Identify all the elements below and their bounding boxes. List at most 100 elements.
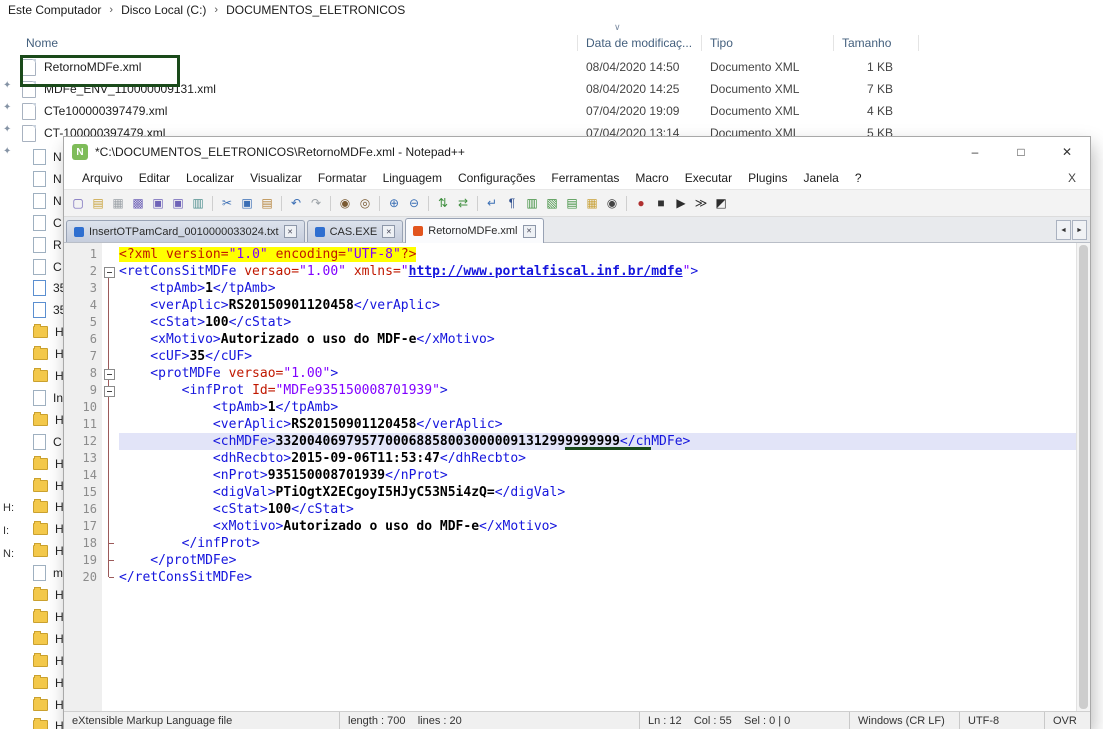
menu-item[interactable]: Macro [627, 171, 676, 185]
show-all-characters-icon[interactable]: ¶ [503, 194, 521, 212]
zoom-in-icon[interactable]: ⊕ [385, 194, 403, 212]
menu-item[interactable]: Configurações [450, 171, 543, 185]
file-list-item-partial[interactable]: H [33, 630, 64, 648]
record-macro-icon[interactable]: ● [632, 194, 650, 212]
file-list-item-partial[interactable]: H [33, 411, 64, 429]
sync-vertical-scroll-icon[interactable]: ⇅ [434, 194, 452, 212]
code-line[interactable]: <chMDFe>33200406979577000688580030000091… [119, 433, 1076, 450]
fold-toggle-icon[interactable] [104, 386, 115, 397]
code-line[interactable]: <retConsSitMDFe versao="1.00" xmlns="htt… [119, 263, 1076, 280]
menu-item[interactable]: Arquivo [74, 171, 131, 185]
menu-item[interactable]: Janela [795, 171, 846, 185]
open-file-icon[interactable]: ▤ [89, 194, 107, 212]
fold-toggle-icon[interactable] [104, 267, 115, 278]
redo-icon[interactable]: ↷ [307, 194, 325, 212]
file-list-item-partial[interactable]: N [33, 148, 62, 166]
code-line[interactable]: <dhRecbto>2015-09-06T11:53:47</dhRecbto> [119, 450, 1076, 467]
menu-item[interactable]: Plugins [740, 171, 795, 185]
scrollbar-thumb[interactable] [1079, 245, 1088, 709]
file-list-item-partial[interactable]: H [33, 520, 64, 538]
folder-as-workspace-icon[interactable]: ▦ [583, 194, 601, 212]
save-all-icon[interactable]: ▩ [129, 194, 147, 212]
save-file-icon[interactable]: ▦ [109, 194, 127, 212]
editor-tab[interactable]: RetornoMDFe.xml✕ [405, 218, 543, 243]
menu-item[interactable]: ? [847, 171, 870, 185]
editor-tab[interactable]: InsertOTPamCard_0010000033024.txt✕ [66, 220, 305, 242]
stop-recording-icon[interactable]: ■ [652, 194, 670, 212]
file-list-item-partial[interactable]: H [33, 674, 64, 692]
file-list-item-partial[interactable]: C [33, 433, 62, 451]
tab-scroll-button[interactable]: ► [1072, 220, 1087, 240]
document-map-icon[interactable]: ▧ [543, 194, 561, 212]
code-line[interactable]: <xMotivo>Autorizado o uso do MDF-e</xMot… [119, 518, 1076, 535]
file-list-item-partial[interactable]: H [33, 367, 64, 385]
file-list-item-partial[interactable]: 35 [33, 279, 66, 297]
code-line[interactable]: <tpAmb>1</tpAmb> [119, 280, 1076, 297]
file-list-item-partial[interactable]: H [33, 652, 64, 670]
tab-close-icon[interactable]: ✕ [523, 225, 536, 238]
file-list-item-partial[interactable]: H [33, 323, 64, 341]
minimize-button[interactable]: – [952, 137, 998, 167]
tab-scroll-button[interactable]: ◄ [1056, 220, 1071, 240]
menu-item[interactable]: Visualizar [242, 171, 310, 185]
zoom-out-icon[interactable]: ⊖ [405, 194, 423, 212]
file-list-item-partial[interactable]: 35 [33, 301, 66, 319]
code-line[interactable]: <verAplic>RS20150901120458</verAplic> [119, 297, 1076, 314]
menu-item[interactable]: Ferramentas [543, 171, 627, 185]
code-line[interactable]: <xMotivo>Autorizado o uso do MDF-e</xMot… [119, 331, 1076, 348]
maximize-button[interactable]: □ [998, 137, 1044, 167]
code-line[interactable]: </infProt> [119, 535, 1076, 552]
file-list-item-partial[interactable]: H [33, 498, 64, 516]
nav-drive-label[interactable]: I: [3, 525, 9, 537]
titlebar[interactable]: N *C:\DOCUMENTOS_ELETRONICOS\RetornoMDFe… [64, 137, 1090, 167]
close-all-icon[interactable]: ▣ [169, 194, 187, 212]
file-list-item-partial[interactable]: H [33, 542, 64, 560]
file-list-item-partial[interactable]: H [33, 455, 64, 473]
file-row[interactable]: CTe100000397479.xml07/04/2020 19:09Docum… [0, 100, 1103, 122]
tab-close-icon[interactable]: ✕ [382, 225, 395, 238]
run-macro-multiple-icon[interactable]: ≫ [692, 194, 710, 212]
file-list-item-partial[interactable]: R [33, 236, 62, 254]
menu-item[interactable]: Localizar [178, 171, 242, 185]
save-recorded-macro-icon[interactable]: ◩ [712, 194, 730, 212]
cut-icon[interactable]: ✂ [218, 194, 236, 212]
code-line[interactable]: <verAplic>RS20150901120458</verAplic> [119, 416, 1076, 433]
breadcrumb-item[interactable]: DOCUMENTOS_ELETRONICOS [226, 3, 405, 17]
monitoring-icon[interactable]: ◉ [603, 194, 621, 212]
file-list-item-partial[interactable]: m [33, 564, 63, 582]
code-line[interactable]: <cStat>100</cStat> [119, 501, 1076, 518]
file-list-item-partial[interactable]: H [33, 477, 64, 495]
status-insert-mode[interactable]: OVR [1044, 712, 1090, 729]
status-encoding[interactable]: UTF-8 [959, 712, 1044, 729]
column-header[interactable]: Tipo [702, 35, 834, 51]
code-line[interactable]: <cUF>35</cUF> [119, 348, 1076, 365]
file-list-item-partial[interactable]: N [33, 170, 62, 188]
nav-drive-label[interactable]: H: [3, 502, 14, 514]
code-line[interactable]: </retConsSitMDFe> [119, 569, 1076, 586]
editor-scrollbar[interactable] [1076, 243, 1090, 711]
file-list-item-partial[interactable]: C [33, 258, 62, 276]
function-list-icon[interactable]: ▤ [563, 194, 581, 212]
code-line[interactable]: <infProt Id="MDFe935150008701939"> [119, 382, 1076, 399]
code-line[interactable]: </protMDFe> [119, 552, 1076, 569]
file-list-item-partial[interactable]: H [33, 696, 64, 714]
file-list-item-partial[interactable]: C [33, 214, 62, 232]
editor[interactable]: 1234567891011121314151617181920 <?xml ve… [64, 243, 1090, 711]
sync-horizontal-scroll-icon[interactable]: ⇄ [454, 194, 472, 212]
column-header[interactable]: Tamanho [834, 35, 919, 51]
find-icon[interactable]: ◉ [336, 194, 354, 212]
close-file-icon[interactable]: ▣ [149, 194, 167, 212]
file-list-item-partial[interactable]: H [33, 586, 64, 604]
word-wrap-icon[interactable]: ↵ [483, 194, 501, 212]
code-line[interactable]: <cStat>100</cStat> [119, 314, 1076, 331]
menu-item[interactable]: Formatar [310, 171, 375, 185]
tab-close-icon[interactable]: ✕ [284, 225, 297, 238]
code-line[interactable]: <tpAmb>1</tpAmb> [119, 399, 1076, 416]
indent-guide-icon[interactable]: ▥ [523, 194, 541, 212]
code-area[interactable]: <?xml version="1.0" encoding="UTF-8"?><r… [116, 243, 1076, 711]
close-button[interactable]: ✕ [1044, 137, 1090, 167]
file-list-item-partial[interactable]: H [33, 717, 64, 729]
replace-icon[interactable]: ◎ [356, 194, 374, 212]
print-icon[interactable]: ▥ [189, 194, 207, 212]
menu-item[interactable]: Executar [677, 171, 740, 185]
